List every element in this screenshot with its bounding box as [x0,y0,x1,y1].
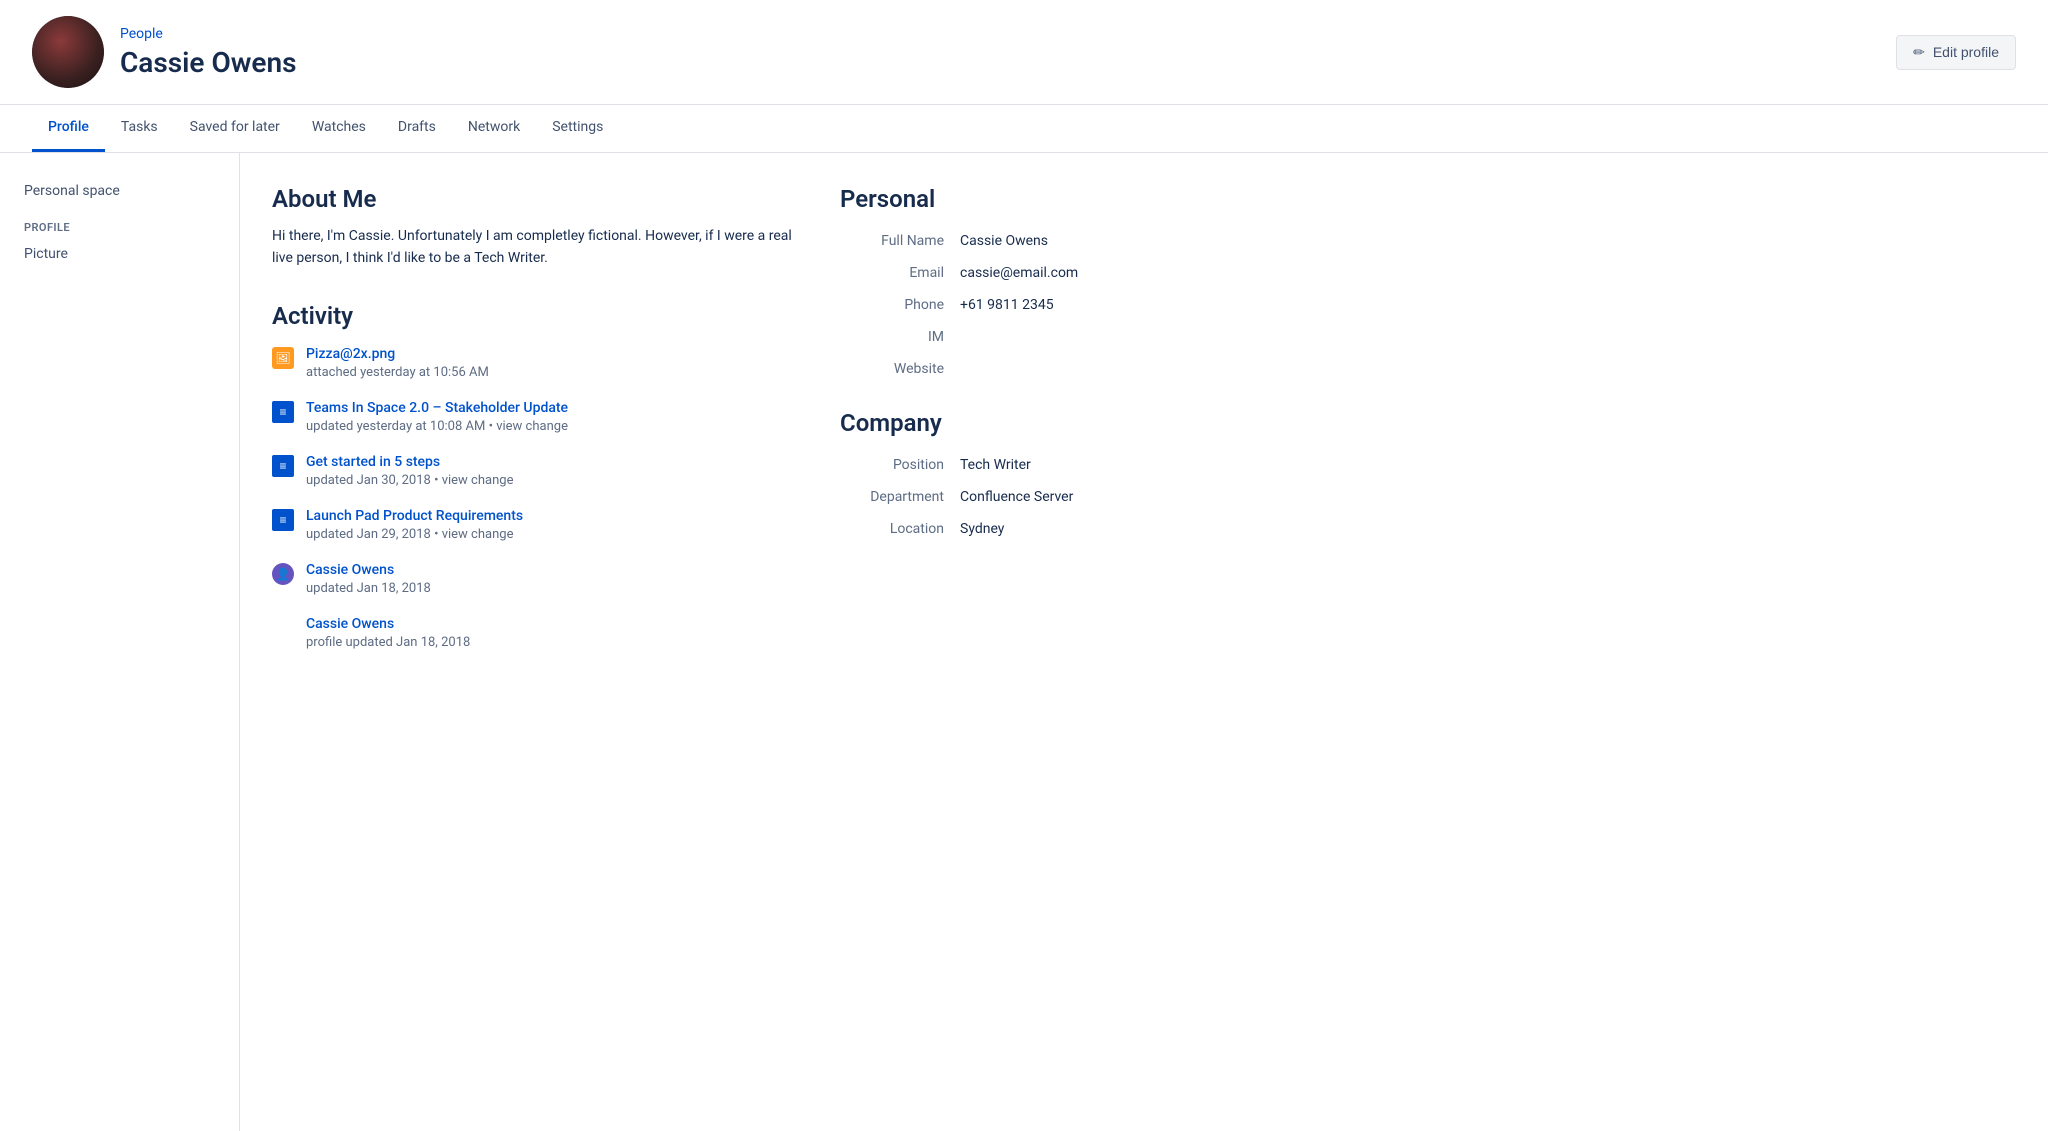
activity-title: Activity [272,302,792,330]
position-value: Tech Writer [960,457,1031,473]
about-me-text: Hi there, I'm Cassie. Unfortunately I am… [272,225,792,270]
sidebar: Personal space PROFILE Picture [0,153,240,1131]
about-me-title: About Me [272,185,792,213]
activity-item-content: Pizza@2x.png attached yesterday at 10:56… [306,346,489,380]
personal-im-row: IM [840,329,1180,345]
activity-meta: updated Jan 29, 2018 • view change [306,527,523,542]
email-value: cassie@email.com [960,265,1078,281]
activity-meta: profile updated Jan 18, 2018 [306,635,470,650]
header-left: People Cassie Owens [32,16,297,88]
personal-website-row: Website [840,361,1180,377]
tab-saved-for-later[interactable]: Saved for later [174,105,296,152]
company-section: Company Position Tech Writer Department … [840,409,1180,537]
sidebar-item-personal-space[interactable]: Personal space [16,177,223,205]
list-item: ≡ Get started in 5 steps updated Jan 30,… [272,454,792,488]
activity-link[interactable]: Teams In Space 2.0 – Stakeholder Update [306,400,568,416]
list-item: 👤 Cassie Owens updated Jan 18, 2018 [272,562,792,596]
position-label: Position [840,457,960,473]
sidebar-section-profile: PROFILE [24,221,215,234]
breadcrumb[interactable]: People [120,26,297,42]
image-icon: 🖼 [272,347,294,369]
activity-meta: updated yesterday at 10:08 AM • view cha… [306,419,568,434]
list-item: 🖼 Pizza@2x.png attached yesterday at 10:… [272,346,792,380]
edit-profile-label: Edit profile [1933,44,1999,60]
content-main: About Me Hi there, I'm Cassie. Unfortuna… [272,185,792,1099]
company-department-row: Department Confluence Server [840,489,1180,505]
sidebar-item-picture[interactable]: Picture [16,240,223,268]
page-icon: ≡ [272,509,294,531]
activity-link[interactable]: Pizza@2x.png [306,346,489,362]
pencil-icon: ✏ [1913,44,1925,61]
nav-tabs: Profile Tasks Saved for later Watches Dr… [0,105,2048,153]
personal-phone-row: Phone +61 9811 2345 [840,297,1180,313]
activity-item-content: Cassie Owens updated Jan 18, 2018 [306,562,431,596]
page-header: People Cassie Owens ✏ Edit profile [0,0,2048,105]
email-label: Email [840,265,960,281]
im-label: IM [840,329,960,345]
activity-link[interactable]: Cassie Owens [306,616,470,632]
activity-link[interactable]: Launch Pad Product Requirements [306,508,523,524]
activity-link[interactable]: Get started in 5 steps [306,454,513,470]
fullname-label: Full Name [840,233,960,249]
company-position-row: Position Tech Writer [840,457,1180,473]
avatar [32,16,104,88]
main-layout: Personal space PROFILE Picture About Me … [0,153,2048,1131]
info-sidebar: Personal Full Name Cassie Owens Email ca… [840,185,1180,1099]
fullname-value: Cassie Owens [960,233,1048,249]
personal-email-row: Email cassie@email.com [840,265,1180,281]
list-item: ≡ Teams In Space 2.0 – Stakeholder Updat… [272,400,792,434]
phone-label: Phone [840,297,960,313]
phone-value: +61 9811 2345 [960,297,1054,313]
company-location-row: Location Sydney [840,521,1180,537]
activity-item-content: Launch Pad Product Requirements updated … [306,508,523,542]
view-change-link[interactable]: view change [496,419,568,434]
header-text: People Cassie Owens [120,26,297,79]
content-area: About Me Hi there, I'm Cassie. Unfortuna… [240,153,2048,1131]
department-value: Confluence Server [960,489,1073,505]
person-icon: 👤 [272,563,294,585]
activity-item-content: Teams In Space 2.0 – Stakeholder Update … [306,400,568,434]
tab-network[interactable]: Network [452,105,536,152]
list-item: ≡ Launch Pad Product Requirements update… [272,508,792,542]
company-section-title: Company [840,409,1180,437]
page-title: Cassie Owens [120,46,297,79]
activity-item-content: Get started in 5 steps updated Jan 30, 2… [306,454,513,488]
list-item: 👤 Cassie Owens profile updated Jan 18, 2… [272,616,792,650]
activity-item-content: Cassie Owens profile updated Jan 18, 201… [306,616,470,650]
activity-meta: updated Jan 30, 2018 • view change [306,473,513,488]
location-value: Sydney [960,521,1004,537]
activity-meta: attached yesterday at 10:56 AM [306,365,489,380]
page-icon: ≡ [272,455,294,477]
tab-tasks[interactable]: Tasks [105,105,174,152]
activity-meta: updated Jan 18, 2018 [306,581,431,596]
tab-watches[interactable]: Watches [296,105,382,152]
edit-profile-button[interactable]: ✏ Edit profile [1896,35,2016,70]
view-change-link[interactable]: view change [442,473,514,488]
activity-link[interactable]: Cassie Owens [306,562,431,578]
tab-settings[interactable]: Settings [536,105,619,152]
view-change-link[interactable]: view change [442,527,514,542]
location-label: Location [840,521,960,537]
department-label: Department [840,489,960,505]
personal-section-title: Personal [840,185,1180,213]
website-label: Website [840,361,960,377]
tab-profile[interactable]: Profile [32,105,105,152]
tab-drafts[interactable]: Drafts [382,105,452,152]
page-icon: ≡ [272,401,294,423]
personal-fullname-row: Full Name Cassie Owens [840,233,1180,249]
